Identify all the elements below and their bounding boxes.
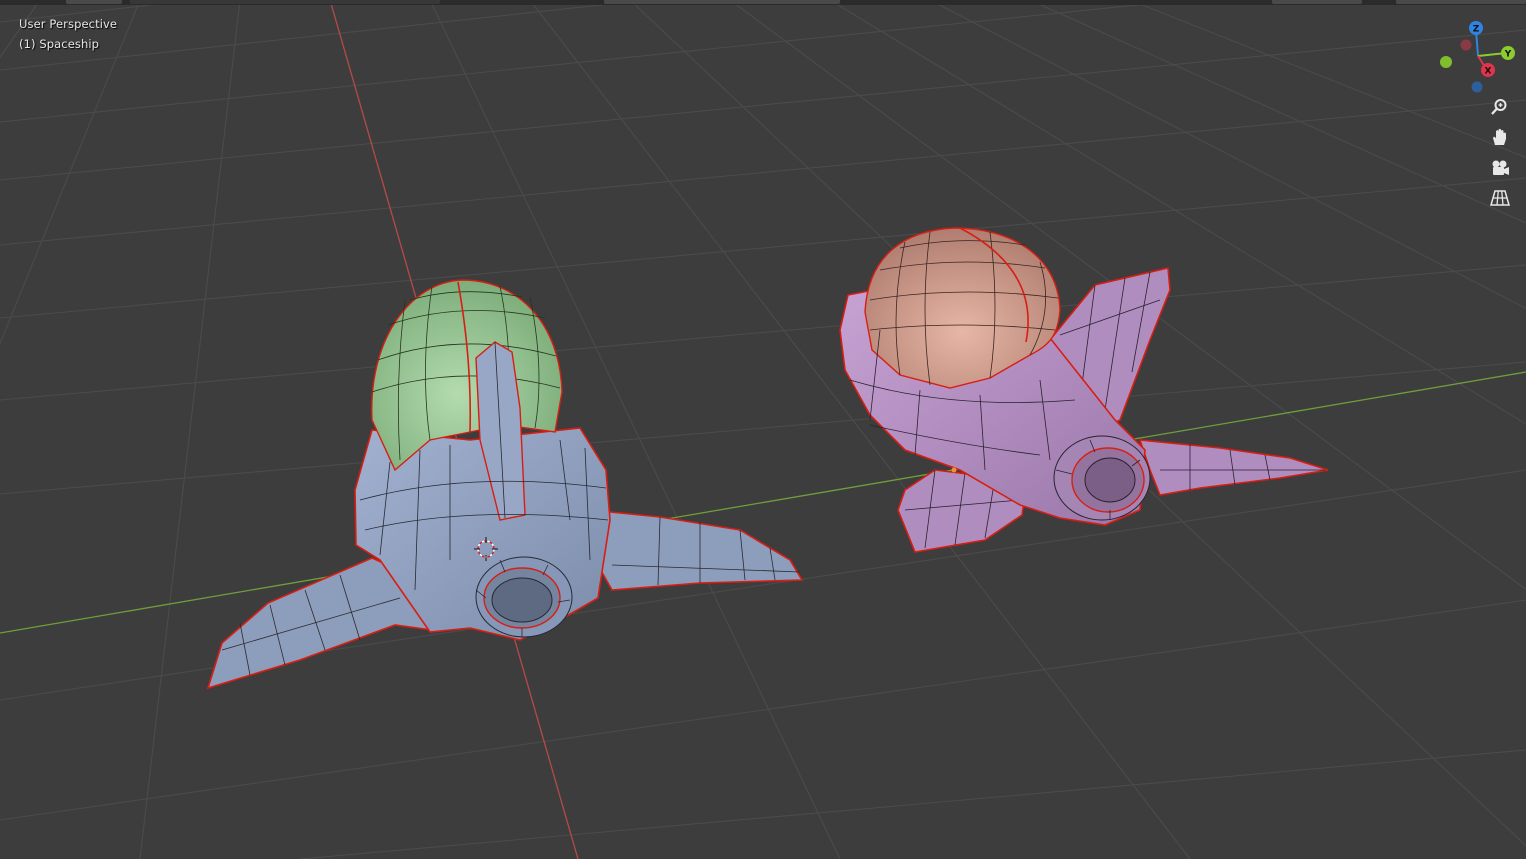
gizmo-z-label: Z [1473, 25, 1480, 35]
spaceship-left[interactable] [206, 279, 804, 690]
gizmo-neg-y [1440, 56, 1452, 68]
view-perspective-label: User Perspective [19, 17, 118, 31]
hand-icon[interactable] [1490, 128, 1518, 156]
snapping-controls[interactable] [1272, 0, 1362, 4]
transform-orientation-dropdown[interactable] [604, 0, 840, 4]
shading-mode-buttons[interactable] [1396, 0, 1526, 4]
gizmo-x-label: X [1485, 67, 1492, 77]
3d-viewport[interactable]: User Perspective (1) Spaceship Z Y X [0, 0, 1526, 859]
floor-grid [0, 0, 1526, 859]
viewport-header [0, 0, 1526, 5]
grid-view-icon[interactable] [1490, 190, 1518, 218]
select-mode-buttons[interactable] [66, 0, 122, 4]
spaceship-right[interactable] [839, 227, 1329, 553]
gizmo-neg-z [1471, 81, 1483, 93]
header-menus[interactable] [130, 0, 440, 4]
zoom-icon[interactable] [1490, 98, 1518, 126]
navigation-gizmo[interactable]: Z Y X [1434, 18, 1520, 98]
origin-point-icon [951, 467, 957, 473]
gizmo-y-label: Y [1504, 50, 1512, 60]
viewport-canvas[interactable] [0, 0, 1526, 859]
active-object-label: (1) Spaceship [19, 37, 100, 51]
y-axis-line [0, 371, 1526, 634]
gizmo-neg-x [1460, 39, 1472, 51]
camera-icon[interactable] [1490, 159, 1518, 187]
